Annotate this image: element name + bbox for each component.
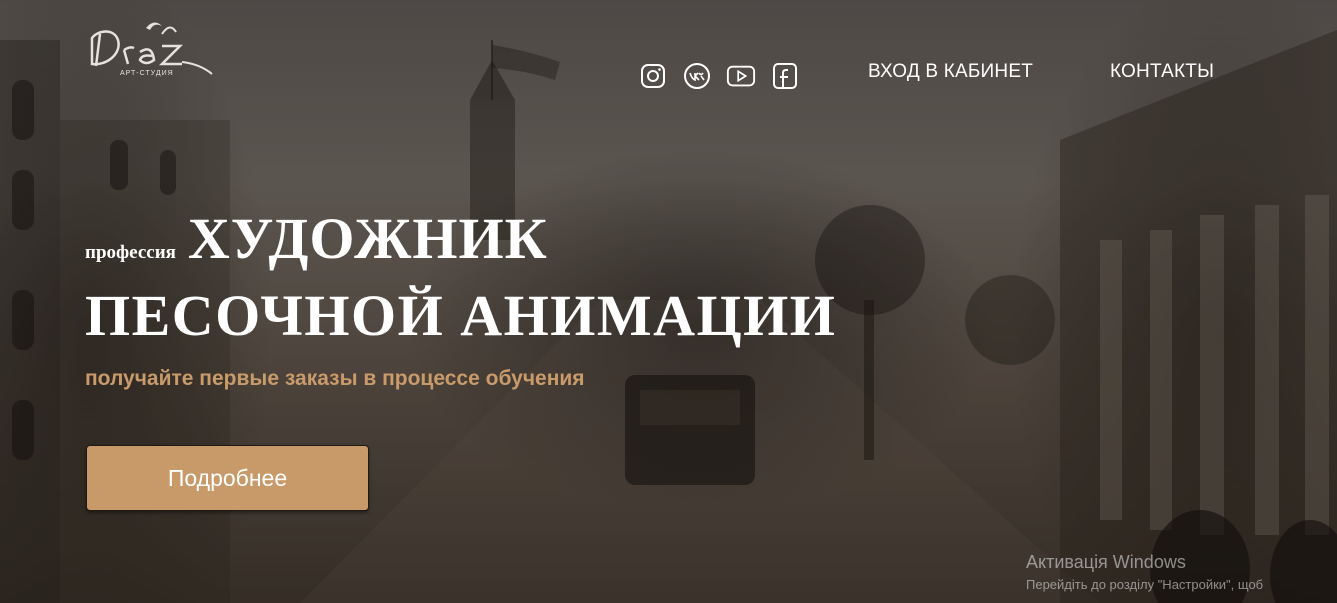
hero-prefix: профессия [85,242,176,263]
instagram-icon[interactable] [638,61,668,91]
vk-icon[interactable] [682,61,712,91]
watermark-text: Перейдіть до розділу "Настройки", щоб [1026,577,1264,592]
logo-subtext: АРТ-СТУДИЯ [120,70,174,77]
nav-login-link[interactable]: ВХОД В КАБИНЕТ [868,61,1033,83]
windows-activation-watermark: Активація Windows Перейдіть до розділу "… [1026,552,1263,592]
more-details-button[interactable]: Подробнее [86,445,369,511]
hero-title-line-1: профессия ХУДОЖНИК [85,205,548,273]
watermark-title: Активація Windows [1026,552,1186,572]
facebook-icon[interactable] [770,61,800,91]
logo[interactable]: АРТ-СТУДИЯ [84,16,218,86]
nav-contacts-link[interactable]: КОНТАКТЫ [1110,61,1214,83]
hero-title-line-2: ПЕСОЧНОЙ АНИМАЦИИ [85,283,837,348]
hero-title-word: ХУДОЖНИК [187,206,548,271]
social-links [638,61,800,93]
hero-subtitle: получайте первые заказы в процессе обуче… [85,367,585,390]
youtube-icon[interactable] [726,61,756,91]
